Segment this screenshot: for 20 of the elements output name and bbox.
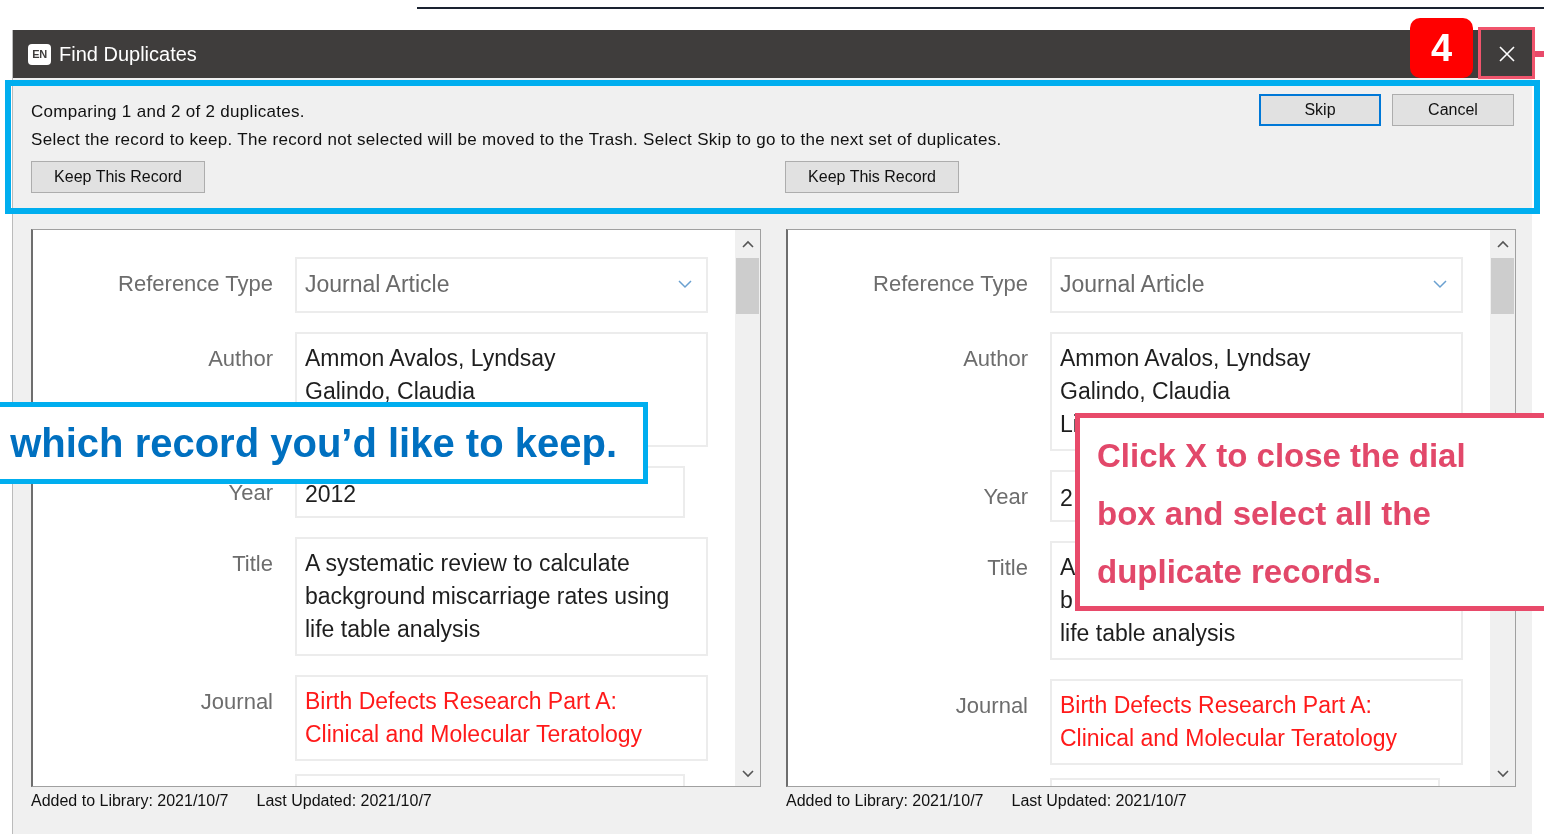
footer-text: Last Updated: 2021/10/7: [1011, 790, 1187, 811]
step-badge: 4: [1410, 18, 1473, 78]
footer-text: Last Updated: 2021/10/7: [256, 790, 432, 811]
field-label: Reference Type: [872, 269, 1028, 298]
field-label: Author: [962, 344, 1028, 373]
field-label: Title: [986, 553, 1028, 582]
field-label: Journal: [954, 691, 1028, 720]
field-label: Author: [207, 344, 273, 373]
footer-text: Added to Library: 2021/10/7: [31, 790, 229, 811]
field-label: Title: [231, 549, 273, 578]
callout-tooltip: which record you’d like to keep.: [0, 402, 648, 484]
app-logo: EN: [28, 43, 51, 65]
field-label: Reference Type: [117, 269, 273, 298]
field-label: Journal: [199, 687, 273, 716]
status-text: Comparing 1 and 2 of 2 duplicates.: [31, 101, 305, 123]
footer-text: Added to Library: 2021/10/7: [786, 790, 984, 811]
field-label: Year: [982, 482, 1028, 511]
instruction-text: Select the record to keep. The record not selected will be moved to the Trash. Select Skip to go to the next set of duplicates.: [31, 129, 1003, 151]
window-title: Find Duplicates: [59, 42, 197, 67]
callout-tooltip: Click X to close the dial box and select all the duplicate records.: [1075, 413, 1544, 611]
